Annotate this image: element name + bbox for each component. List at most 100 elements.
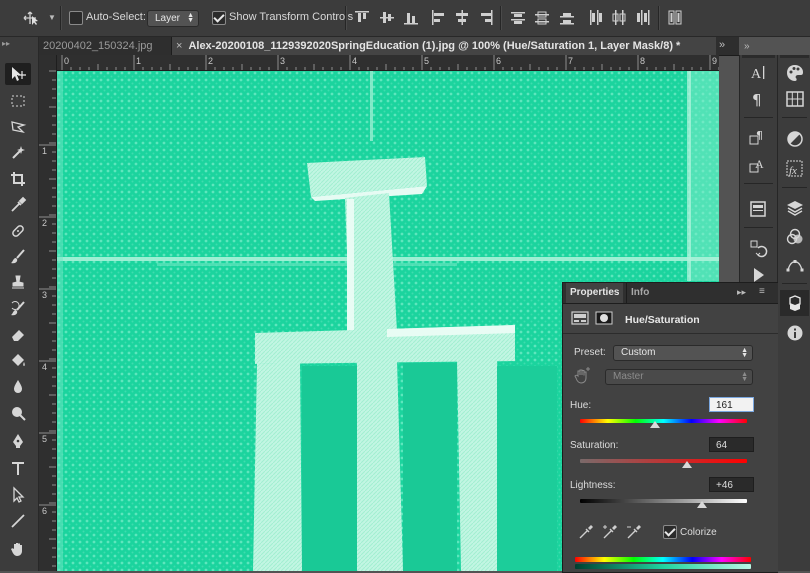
- type-tool-icon: [12, 462, 24, 475]
- align-bottom-edges-icon[interactable]: [404, 10, 418, 26]
- distribute-left-edges-icon[interactable]: [588, 10, 602, 26]
- libraries-icon[interactable]: [785, 294, 805, 314]
- magic-wand-icon: [12, 146, 25, 159]
- tool-preset-dropdown-icon[interactable]: ▼: [48, 13, 56, 22]
- layer-mask-icon[interactable]: [595, 310, 613, 326]
- eraser-icon: [12, 330, 24, 341]
- hand-tool[interactable]: [5, 538, 31, 560]
- hand-tool-icon: [11, 543, 22, 556]
- channel-select[interactable]: Master ▲ ▼: [605, 369, 753, 385]
- lightness-slider[interactable]: [580, 499, 747, 503]
- swatches-icon[interactable]: [785, 89, 805, 109]
- line-tool-icon: [11, 514, 25, 528]
- paragraph-styles-icon[interactable]: ¶: [748, 127, 768, 147]
- saturation-slider[interactable]: [580, 459, 747, 463]
- ruler-number: 8: [640, 56, 646, 66]
- info-icon[interactable]: [785, 323, 805, 343]
- hue-value-field[interactable]: 161: [709, 397, 754, 412]
- dock-collapse-icon[interactable]: »: [744, 41, 774, 53]
- history-icon[interactable]: [748, 238, 768, 258]
- color-icon[interactable]: [785, 63, 805, 83]
- marquee-tool[interactable]: [5, 90, 31, 112]
- styles-icon[interactable]: fx: [785, 159, 805, 179]
- hue-slider-thumb[interactable]: [649, 421, 660, 428]
- targeted-adjustment-icon[interactable]: [573, 367, 591, 385]
- eyedropper-add-icon[interactable]: [601, 523, 619, 541]
- hue-slider[interactable]: [580, 419, 747, 423]
- ruler-number: 2: [208, 56, 214, 66]
- tabs-overflow-icon[interactable]: »: [719, 39, 725, 51]
- move-tool-preset-icon[interactable]: [22, 10, 42, 26]
- horizontal-ruler[interactable]: 0 1 2 3 4 5 6 7 8 9: [57, 55, 719, 71]
- distribute-bottom-edges-icon[interactable]: [560, 10, 574, 26]
- saturation-slider-thumb[interactable]: [681, 461, 692, 468]
- tools-panel: ▸▸: [0, 37, 39, 571]
- history-brush-tool[interactable]: [5, 298, 31, 320]
- align-horizontal-centers-icon[interactable]: [455, 10, 469, 26]
- tab-properties[interactable]: Properties: [566, 283, 624, 303]
- eyedropper-subtract-icon[interactable]: [625, 523, 643, 541]
- align-left-edges-icon[interactable]: [431, 10, 445, 26]
- lightness-slider-thumb[interactable]: [696, 501, 707, 508]
- channel-value: Master: [613, 371, 644, 382]
- vertical-ruler-ticks: [39, 70, 56, 567]
- document-tab-active[interactable]: × Alex-20200108_1129392020SpringEducation…: [172, 37, 716, 55]
- crop-tool[interactable]: [5, 168, 31, 190]
- align-right-edges-icon[interactable]: [479, 10, 493, 26]
- pen-tool[interactable]: [5, 430, 31, 452]
- align-vertical-centers-icon[interactable]: [380, 10, 394, 26]
- channels-icon[interactable]: [785, 227, 805, 247]
- distribute-top-edges-icon[interactable]: [511, 10, 525, 26]
- clone-stamp-tool[interactable]: [5, 272, 31, 294]
- colorize-checkbox[interactable]: [663, 525, 677, 539]
- eraser-tool[interactable]: [5, 324, 31, 346]
- paths-icon[interactable]: [785, 255, 805, 275]
- move-tool[interactable]: [5, 63, 31, 85]
- eyedropper-tool[interactable]: [5, 194, 31, 216]
- brush-tool[interactable]: [5, 246, 31, 268]
- tab-info[interactable]: Info: [626, 283, 653, 303]
- character-icon[interactable]: A: [748, 63, 768, 83]
- auto-select-checkbox[interactable]: [69, 11, 83, 25]
- close-tab-icon[interactable]: ×: [176, 40, 182, 52]
- vertical-ruler[interactable]: 1 2 3 4 5 6: [39, 55, 57, 571]
- auto-select-target-select[interactable]: Layer ▲ ▼: [147, 10, 199, 27]
- dodge-tool[interactable]: [5, 402, 31, 424]
- eyedropper-sample-icon[interactable]: [577, 523, 595, 541]
- type-tool[interactable]: [5, 458, 31, 480]
- lasso-tool[interactable]: [5, 116, 31, 138]
- crop-tool-icon: [11, 172, 25, 186]
- lightness-value-field[interactable]: +46: [709, 477, 754, 492]
- magic-wand-tool[interactable]: [5, 142, 31, 164]
- output-color-ramp: [575, 564, 751, 569]
- toolbar-collapse-icon[interactable]: ▸▸: [2, 39, 10, 48]
- preset-select[interactable]: Custom ▲ ▼: [613, 345, 753, 361]
- panel-menu-icon[interactable]: ≡: [759, 286, 765, 297]
- layers-icon[interactable]: [785, 198, 805, 218]
- saturation-value-field[interactable]: 64: [709, 437, 754, 452]
- line-tool[interactable]: [5, 510, 31, 532]
- blur-tool[interactable]: [5, 376, 31, 398]
- ruler-number: 1: [42, 146, 48, 156]
- distribute-right-edges-icon[interactable]: [636, 10, 650, 26]
- distribute-vertical-centers-icon[interactable]: [535, 10, 549, 26]
- paint-bucket-tool[interactable]: [5, 350, 31, 372]
- path-selection-tool[interactable]: [5, 484, 31, 506]
- paragraph-icon[interactable]: ¶: [748, 89, 768, 109]
- document-tab-inactive[interactable]: 20200402_150324.jpg: [39, 37, 172, 55]
- colorize-label: Colorize: [680, 527, 717, 538]
- distribute-horizontal-centers-icon[interactable]: [612, 10, 626, 26]
- show-transform-checkbox[interactable]: [212, 11, 226, 25]
- adjustments-icon[interactable]: [785, 129, 805, 149]
- character-styles-icon[interactable]: A: [748, 155, 768, 175]
- auto-align-layers-icon[interactable]: [668, 10, 682, 26]
- healing-brush-tool[interactable]: [5, 220, 31, 242]
- healing-brush-icon: [12, 225, 24, 237]
- panel-collapse-icon[interactable]: ▸▸: [737, 287, 746, 298]
- notes-icon[interactable]: [748, 199, 768, 219]
- adjustment-layer-icon[interactable]: [571, 310, 589, 326]
- clone-stamp-icon: [12, 275, 24, 289]
- options-bar: ▼ Auto-Select: Layer ▲ ▼ Show Transform C…: [0, 0, 810, 37]
- input-color-ramp: [575, 557, 751, 562]
- align-top-edges-icon[interactable]: [355, 10, 369, 26]
